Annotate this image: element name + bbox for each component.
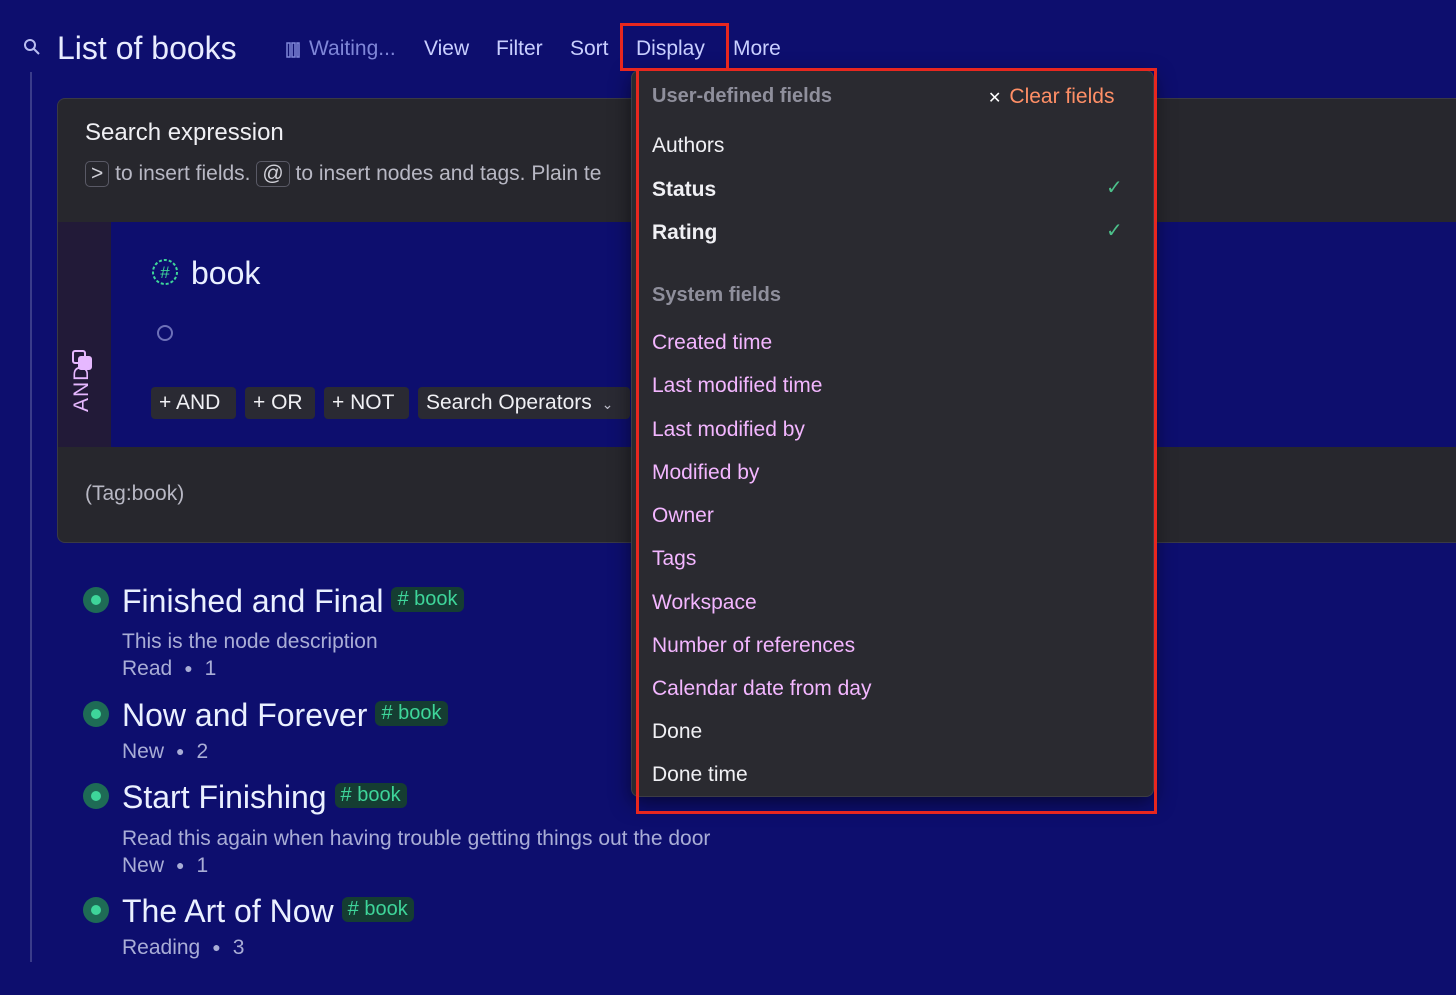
more-button[interactable]: More — [733, 37, 781, 61]
page-title: List of books — [57, 30, 237, 66]
empty-node-bullet[interactable] — [157, 325, 173, 341]
item-fields: Read ● 1 — [122, 657, 216, 681]
list-item-title[interactable]: Finished and Final # book — [122, 583, 464, 620]
item-rating: 1 — [204, 657, 217, 680]
query-text: (Tag:book) — [85, 482, 185, 505]
search-operators-button[interactable]: Search Operators ⌄ — [418, 387, 630, 419]
search-operators-label: Search Operators — [426, 391, 592, 414]
svg-text:#: # — [160, 263, 170, 282]
item-description: Read this again when having trouble gett… — [122, 827, 711, 850]
item-description: This is the node description — [122, 630, 378, 653]
item-bullet[interactable] — [83, 783, 109, 809]
item-fields: New ● 1 — [122, 854, 208, 878]
tag-node-book[interactable]: book — [191, 255, 260, 292]
item-status: Read — [122, 657, 173, 680]
item-rating: 3 — [232, 936, 245, 959]
separator-dot: ● — [184, 660, 193, 676]
dropdown-highlight — [636, 68, 1157, 814]
add-or-button[interactable]: + OR — [245, 387, 315, 419]
item-title-text: Finished and Final — [122, 583, 384, 619]
item-status: Reading — [122, 936, 201, 959]
separator-dot: ● — [176, 743, 185, 759]
tag-badge[interactable]: # book — [391, 587, 464, 613]
item-status: New — [122, 854, 165, 877]
loading-status: Waiting... — [309, 37, 396, 60]
item-bullet[interactable] — [83, 897, 109, 923]
hint-key-node: @ — [256, 161, 290, 187]
group-icon — [72, 350, 92, 375]
tag-hash-icon: # — [151, 258, 179, 291]
filter-button[interactable]: Filter — [496, 37, 543, 61]
separator-dot: ● — [212, 939, 221, 955]
sort-button[interactable]: Sort — [570, 37, 609, 61]
search-heading: Search expression — [85, 119, 284, 146]
hint-key-field: > — [85, 161, 110, 187]
item-bullet[interactable] — [83, 701, 109, 727]
display-button-highlight — [620, 23, 729, 71]
search-icon[interactable] — [23, 38, 41, 61]
tag-badge[interactable]: # book — [334, 783, 407, 809]
list-item-title[interactable]: Start Finishing # book — [122, 779, 407, 816]
list-item-title[interactable]: Now and Forever # book — [122, 697, 448, 734]
item-rating: 2 — [196, 740, 209, 763]
columns-icon — [286, 42, 300, 63]
list-item-title[interactable]: The Art of Now # book — [122, 893, 414, 930]
item-rating: 1 — [196, 854, 209, 877]
separator-dot: ● — [176, 857, 185, 873]
chevron-down-icon: ⌄ — [601, 396, 614, 412]
add-and-button[interactable]: + AND — [151, 387, 236, 419]
item-title-text: The Art of Now — [122, 893, 334, 929]
item-fields: New ● 2 — [122, 740, 208, 764]
item-bullet[interactable] — [83, 587, 109, 613]
item-title-text: Now and Forever — [122, 697, 368, 733]
search-hint: > to insert fields. @ to insert nodes an… — [85, 161, 601, 187]
hint-text-nodes: to insert nodes and tags. Plain te — [295, 162, 602, 185]
tag-badge[interactable]: # book — [375, 701, 448, 727]
and-group-bar[interactable]: AND — [58, 222, 111, 447]
outline-guide-line — [30, 72, 32, 962]
item-title-text: Start Finishing — [122, 779, 327, 815]
add-not-button[interactable]: + NOT — [324, 387, 409, 419]
item-fields: Reading ● 3 — [122, 936, 244, 960]
hint-text-fields: to insert fields. — [115, 162, 251, 185]
view-button[interactable]: View — [424, 37, 469, 61]
tag-badge[interactable]: # book — [341, 897, 414, 923]
item-status: New — [122, 740, 165, 763]
